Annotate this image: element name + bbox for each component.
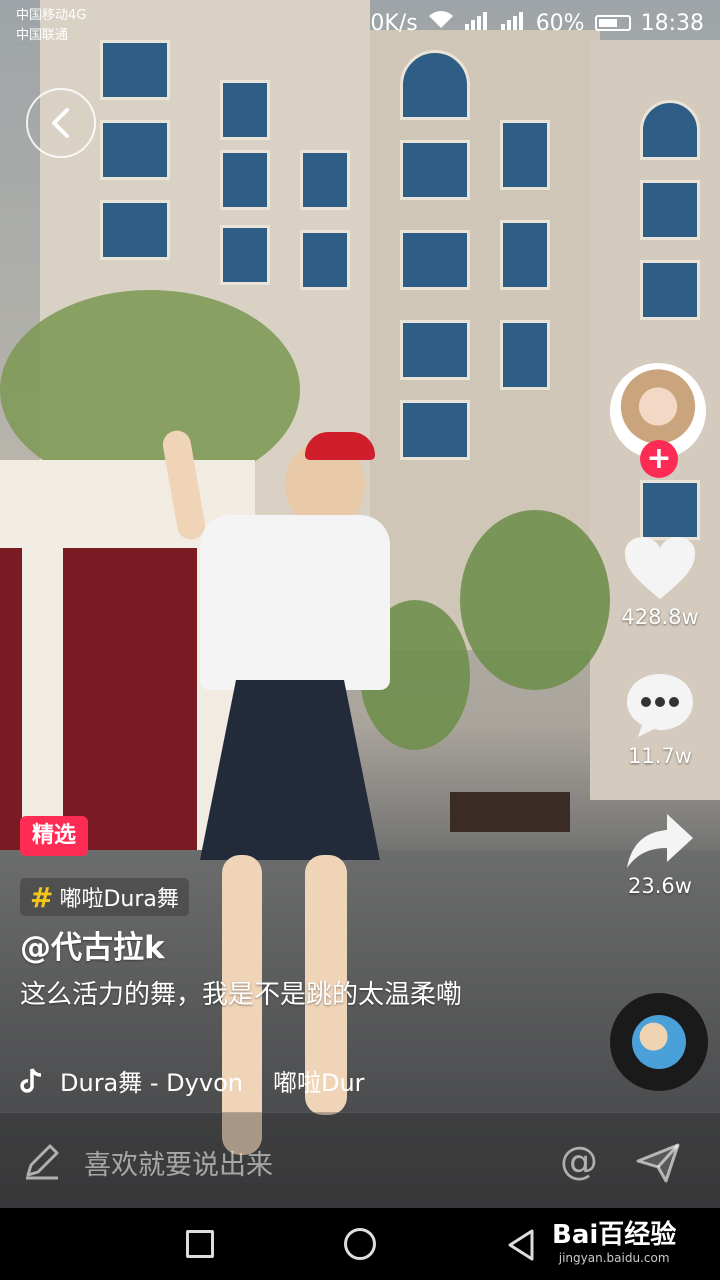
challenge-tag[interactable]: # 嘟啦Dura舞 (20, 878, 189, 916)
bench (450, 792, 570, 832)
comment-count: 11.7w (628, 744, 692, 768)
dancer-headband (305, 432, 375, 460)
follow-button[interactable]: + (640, 440, 678, 478)
carrier-info: 中国移动4G 中国联通 (16, 6, 86, 46)
window (640, 480, 700, 540)
battery-icon (594, 15, 631, 31)
window (100, 200, 170, 260)
window (400, 320, 470, 380)
battery-percent: 60% (535, 10, 585, 36)
watermark-url: jingyan.baidu.com (558, 1251, 670, 1265)
nav-back-icon[interactable] (506, 1228, 536, 1262)
share-icon (627, 814, 693, 868)
network-speed: 0K/s (370, 10, 418, 36)
carrier-primary: 中国移动4G (16, 8, 87, 23)
window (400, 230, 470, 290)
window (640, 100, 700, 160)
clock: 18:38 (640, 10, 704, 36)
window (300, 150, 350, 210)
window (500, 320, 550, 390)
window (500, 120, 550, 190)
carrier-secondary: 中国联通 (16, 28, 69, 43)
mention-button[interactable]: @ (560, 1139, 598, 1183)
video-caption: 这么活力的舞，我是不是跳的太温柔嘞 (20, 980, 463, 1010)
watermark-logo: Bai百经验 (552, 1220, 677, 1250)
home-button[interactable] (344, 1228, 376, 1260)
music-info[interactable]: Dura舞 - Dyvon 嘟啦Dur (20, 1060, 400, 1100)
window (220, 80, 270, 140)
window (640, 260, 700, 320)
heart-icon (625, 537, 695, 599)
dancer-shirt (200, 515, 390, 690)
signal-icon (464, 10, 490, 36)
author-name[interactable]: @代古拉k (20, 922, 165, 967)
pencil-icon (26, 1144, 59, 1180)
comment-icon (627, 674, 693, 737)
window (220, 225, 270, 285)
comment-bar[interactable]: 喜欢就要说出来 @ (0, 1112, 720, 1209)
comment-input[interactable]: 喜欢就要说出来 (84, 1143, 273, 1182)
watermark: Bai百经验 jingyan.baidu.com (552, 1214, 676, 1265)
hashtag-icon: # (30, 880, 54, 914)
music-title: Dura舞 - Dyvon (60, 1068, 243, 1097)
music-disc[interactable] (610, 993, 708, 1091)
music-title-repeat: 嘟啦Dur (272, 1068, 365, 1097)
comment-button[interactable]: 11.7w (610, 670, 710, 768)
status-indicators: 0K/s 60% 18:38 (370, 10, 704, 36)
back-button[interactable] (26, 88, 96, 158)
challenge-label: 嘟啦Dura舞 (59, 887, 179, 912)
plus-icon: + (646, 441, 672, 476)
music-note-icon (20, 1068, 42, 1093)
status-bar: 中国移动4G 中国联通 0K/s 60% 18:38 (0, 0, 720, 50)
tree (460, 510, 610, 690)
featured-badge: 精选 (20, 816, 89, 856)
share-button[interactable]: 23.6w (610, 812, 710, 898)
window (300, 230, 350, 290)
like-button[interactable]: 428.8w (610, 535, 710, 629)
window (100, 120, 170, 180)
recents-button[interactable] (186, 1230, 214, 1258)
signal-icon (500, 10, 526, 36)
window (400, 50, 470, 120)
wifi-icon (428, 10, 454, 36)
window (400, 400, 470, 460)
music-cover (632, 1015, 686, 1069)
send-icon[interactable] (636, 1143, 680, 1183)
window (640, 180, 700, 240)
music-marquee: Dura舞 - Dyvon 嘟啦Dur (60, 1063, 365, 1098)
share-count: 23.6w (628, 874, 692, 898)
window (220, 150, 270, 210)
window (500, 220, 550, 290)
back-icon (52, 108, 69, 138)
window (400, 140, 470, 200)
like-count: 428.8w (621, 605, 699, 629)
